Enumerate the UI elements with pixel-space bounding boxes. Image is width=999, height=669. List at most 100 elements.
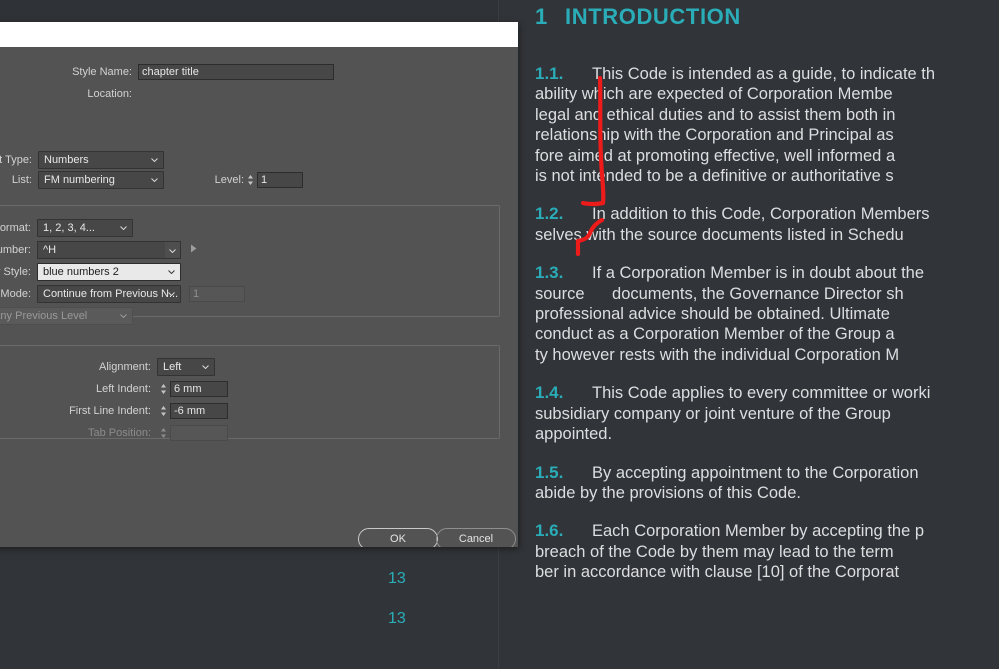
clause-line: appointed. bbox=[535, 425, 613, 444]
heading-title: INTRODUCTION bbox=[565, 4, 741, 29]
clause-1-1: 1.1. This Code is intended as a guide, t… bbox=[535, 64, 999, 186]
restart-numbers-value: Any Previous Level bbox=[0, 310, 88, 322]
clause-line: abide by the provisions of this Code. bbox=[535, 483, 801, 502]
chevron-down-icon bbox=[202, 365, 209, 369]
character-style-select[interactable]: blue numbers 2 bbox=[37, 263, 181, 281]
clause-line: selves with the source documents listed … bbox=[535, 225, 904, 244]
format-select[interactable]: 1, 2, 3, 4... bbox=[37, 219, 133, 237]
chevron-down-icon bbox=[151, 178, 158, 182]
clause-line: ty however rests with the individual Cor… bbox=[535, 345, 900, 364]
clause-line: ability which are expected of Corporatio… bbox=[535, 85, 893, 104]
clause-line: relationship with the Corporation and Pr… bbox=[535, 126, 894, 145]
number-row: Number: ^H bbox=[0, 241, 198, 259]
paragraph-style-options-dialog: Style Name: Location: Bullets and Number… bbox=[0, 22, 518, 547]
chevron-down-icon bbox=[151, 158, 158, 162]
alignment-select[interactable]: Left bbox=[157, 358, 215, 376]
chevron-down-icon bbox=[168, 270, 175, 274]
clause-number: 1.4. bbox=[535, 383, 564, 403]
restart-numbers-select[interactable]: Any Previous Level bbox=[0, 307, 134, 325]
chevron-down-icon bbox=[120, 226, 127, 230]
list-select[interactable]: FM numbering bbox=[38, 171, 164, 189]
clause-line: subsidiary company or joint venture of t… bbox=[535, 404, 891, 423]
left-indent-label: Left Indent: bbox=[95, 383, 151, 395]
document-heading: 1 INTRODUCTION bbox=[535, 4, 999, 30]
clause-body: Each Corporation Member by accepting the… bbox=[535, 521, 999, 582]
mode-label: Mode: bbox=[0, 288, 31, 300]
chevron-down-icon bbox=[120, 314, 127, 318]
tab-position-stepper bbox=[157, 425, 170, 441]
clause-line: By accepting appointment to the Corporat… bbox=[592, 463, 919, 482]
first-line-indent-stepper[interactable] bbox=[157, 403, 170, 419]
clause-body: In addition to this Code, Corporation Me… bbox=[535, 204, 999, 245]
clause-body: By accepting appointment to the Corporat… bbox=[535, 463, 999, 504]
mode-row: Mode: Continue from Previous N... bbox=[0, 285, 245, 303]
left-indent-input[interactable] bbox=[170, 381, 228, 397]
clause-body: This Code applies to every committee or … bbox=[535, 383, 999, 444]
clause-1-4: 1.4. This Code applies to every committe… bbox=[535, 383, 999, 444]
list-row: List: FM numbering Level: bbox=[0, 171, 303, 189]
clause-line: source documents, the Governance Directo… bbox=[535, 284, 904, 303]
list-type-row: List Type: Numbers bbox=[0, 151, 164, 169]
style-name-input[interactable] bbox=[138, 64, 334, 80]
tab-position-row: Tab Position: bbox=[0, 424, 228, 442]
number-dropdown-button[interactable] bbox=[165, 241, 181, 259]
clause-number: 1.5. bbox=[535, 462, 564, 482]
location-row: Location: bbox=[0, 85, 380, 103]
insert-special-character-icon[interactable] bbox=[190, 244, 198, 256]
clause-1-5: 1.5. By accepting appointment to the Cor… bbox=[535, 463, 999, 504]
clause-line: is not intended to be a definitive or au… bbox=[535, 167, 894, 186]
left-indent-row: Left Indent: bbox=[0, 380, 228, 398]
clause-line: ber in accordance with clause [10] of th… bbox=[535, 563, 900, 582]
mode-start-input bbox=[189, 286, 245, 302]
character-style-row: Character Style: blue numbers 2 bbox=[0, 263, 181, 281]
clause-line: In addition to this Code, Corporation Me… bbox=[592, 205, 930, 224]
tab-position-label: Tab Position: bbox=[88, 427, 151, 439]
clause-number: 1.1. bbox=[535, 64, 564, 83]
number-label: Number: bbox=[0, 244, 31, 256]
list-type-select[interactable]: Numbers bbox=[38, 151, 164, 169]
level-input[interactable] bbox=[257, 172, 303, 188]
style-name-label: Style Name: bbox=[72, 66, 132, 78]
mode-select[interactable]: Continue from Previous N... bbox=[37, 285, 181, 303]
level-label: Level: bbox=[214, 174, 244, 186]
list-label: List: bbox=[11, 174, 32, 186]
clause-body: If a Corporation Member is in doubt abou… bbox=[535, 263, 999, 365]
ok-button[interactable]: OK bbox=[358, 528, 438, 547]
first-line-indent-row: First Line Indent: bbox=[0, 402, 228, 420]
document-text-block: 1 INTRODUCTION 1.1. This Code is intended… bbox=[535, 4, 999, 601]
restart-numbers-row: Restart Numbers at This Level After: Any… bbox=[0, 307, 134, 325]
character-style-value: blue numbers 2 bbox=[43, 266, 119, 278]
clause-number: 1.2. bbox=[535, 204, 564, 224]
format-value: 1, 2, 3, 4... bbox=[43, 222, 95, 234]
cancel-button[interactable]: Cancel bbox=[436, 528, 516, 547]
clause-line: Each Corporation Member by accepting the… bbox=[592, 522, 925, 541]
bullet-or-number-position-group: Bullet or Number Position Alignment: Lef… bbox=[0, 345, 500, 442]
document-page: 1 INTRODUCTION 1.1. This Code is intended… bbox=[500, 0, 999, 669]
style-name-row: Style Name: bbox=[0, 63, 380, 81]
clause-line: conduct as a Corporation Member of the G… bbox=[535, 325, 895, 344]
clause-1-3: 1.3. If a Corporation Member is in doubt… bbox=[535, 263, 999, 365]
list-value: FM numbering bbox=[44, 174, 115, 186]
clause-line: This Code is intended as a guide, to ind… bbox=[592, 65, 936, 83]
character-style-label: Character Style: bbox=[0, 266, 31, 278]
alignment-value: Left bbox=[163, 361, 182, 373]
format-label: Format: bbox=[0, 222, 31, 234]
level-stepper[interactable] bbox=[244, 172, 257, 188]
dialog-body: Style Name: Location: Bullets and Number… bbox=[0, 47, 518, 547]
alignment-label: Alignment: bbox=[99, 361, 151, 373]
page-number: 13 bbox=[388, 570, 406, 587]
number-value[interactable]: ^H bbox=[37, 241, 181, 259]
clause-line: This Code applies to every committee or … bbox=[592, 384, 931, 403]
dialog-titlebar[interactable] bbox=[0, 22, 518, 47]
clause-line: legal and ethical duties and to assist t… bbox=[535, 105, 896, 124]
left-indent-stepper[interactable] bbox=[157, 381, 170, 397]
mode-value: Continue from Previous N... bbox=[43, 288, 179, 300]
first-line-indent-label: First Line Indent: bbox=[69, 405, 151, 417]
clause-number: 1.3. bbox=[535, 263, 564, 283]
first-line-indent-input[interactable] bbox=[170, 403, 228, 419]
number-combo[interactable]: ^H bbox=[37, 241, 181, 259]
numbering-style-group: Numbering Style Format: 1, 2, 3, 4... Nu… bbox=[0, 205, 500, 325]
chevron-down-icon bbox=[169, 249, 176, 253]
clause-1-2: 1.2. In addition to this Code, Corporati… bbox=[535, 204, 999, 245]
clause-number: 1.6. bbox=[535, 521, 564, 541]
